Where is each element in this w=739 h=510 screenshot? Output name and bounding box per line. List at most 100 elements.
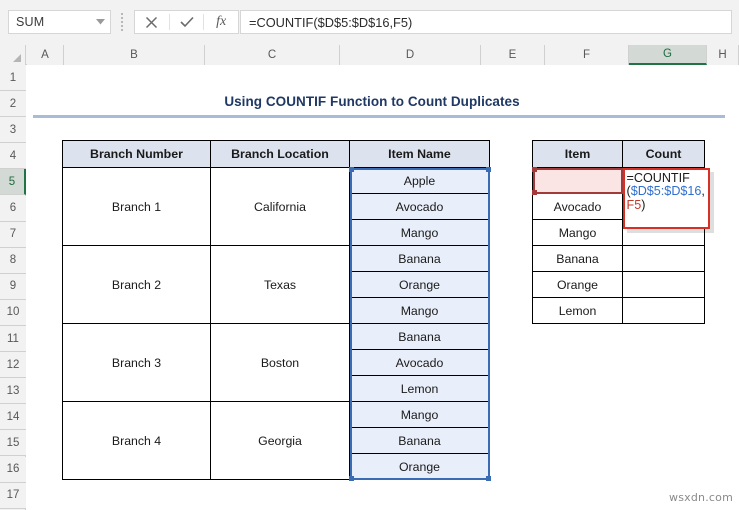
row-header-6[interactable]: 6	[0, 195, 26, 222]
cell-item[interactable]: Apple	[532, 167, 623, 194]
cell-branch-location[interactable]: Texas	[210, 245, 350, 324]
cell-item[interactable]: Orange	[532, 271, 623, 298]
cell-item-name[interactable]: Avocado	[349, 349, 490, 376]
cell-item[interactable]: Lemon	[532, 297, 623, 324]
row-header-label: 9	[9, 280, 17, 293]
worksheet-canvas: Using COUNTIF Function to Count Duplicat…	[27, 65, 739, 510]
cell-branch-number[interactable]: Branch 3	[62, 323, 211, 402]
row-header-13[interactable]: 13	[0, 378, 26, 405]
fx-icon[interactable]: fx	[204, 11, 238, 33]
title-divider	[33, 115, 725, 118]
column-header-h[interactable]: H	[707, 45, 739, 65]
column-header-a[interactable]: A	[27, 45, 64, 65]
formula-input[interactable]: =COUNTIF($D$5:$D$16,F5)	[240, 10, 732, 34]
row-header-label: 7	[9, 228, 17, 241]
select-all-corner[interactable]	[0, 45, 26, 65]
row-header-5[interactable]: 5	[0, 169, 26, 196]
cell-item-name[interactable]: Mango	[349, 401, 490, 428]
formula-token: F5	[626, 197, 642, 212]
cell-item-name[interactable]: Mango	[349, 219, 490, 246]
name-box-value: SUM	[16, 15, 45, 29]
fx-icon-label: fx	[216, 14, 227, 29]
list-item: Banana	[532, 245, 705, 272]
col-header-branch-number: Branch Number	[62, 140, 211, 168]
row-header-label: 16	[6, 463, 20, 476]
cell-item[interactable]: Avocado	[532, 193, 623, 220]
chevron-down-icon[interactable]	[90, 11, 110, 33]
row-header-label: 15	[6, 436, 20, 449]
column-header-label: E	[508, 49, 517, 61]
row-header-9[interactable]: 9	[0, 273, 26, 300]
cell-count[interactable]	[622, 271, 705, 298]
formula-token: )	[641, 197, 646, 212]
cell-branch-location[interactable]: Georgia	[210, 401, 350, 480]
table-row: Branch 4 Georgia Mango	[62, 401, 490, 480]
row-header-3[interactable]: 3	[0, 117, 26, 144]
row-header-8[interactable]: 8	[0, 247, 26, 274]
column-header-label: F	[582, 49, 591, 61]
row-header-2[interactable]: 2	[0, 91, 26, 118]
column-header-e[interactable]: E	[481, 45, 545, 65]
row-header-4[interactable]: 4	[0, 143, 26, 170]
table-row: Branch 1 California Apple	[62, 167, 490, 246]
page-title: Using COUNTIF Function to Count Duplicat…	[224, 94, 520, 109]
cell-count[interactable]	[622, 245, 705, 272]
cell-branch-number[interactable]: Branch 1	[62, 167, 211, 246]
column-header-f[interactable]: F	[545, 45, 629, 65]
row-header-label: 12	[6, 358, 20, 371]
cell-branch-number[interactable]: Branch 4	[62, 401, 211, 480]
cell-item-name[interactable]: Avocado	[349, 193, 490, 220]
close-icon[interactable]	[135, 11, 169, 33]
name-box[interactable]: SUM	[8, 10, 111, 34]
cell-count[interactable]	[622, 297, 705, 324]
cell-item-name[interactable]: Apple	[349, 167, 490, 194]
row-header-17[interactable]: 17	[0, 482, 26, 509]
row-header-12[interactable]: 12	[0, 352, 26, 379]
cell-item-name[interactable]: Orange	[349, 271, 490, 298]
list-item: Orange	[532, 271, 705, 298]
cell-branch-location[interactable]: California	[210, 167, 350, 246]
cell-item[interactable]: Banana	[532, 245, 623, 272]
row-header-10[interactable]: 10	[0, 299, 26, 326]
col-header-item: Item	[532, 140, 623, 168]
watermark: wsxdn.com	[669, 491, 733, 504]
cell-item[interactable]: Mango	[532, 219, 623, 246]
table-row: Branch 2 Texas Banana	[62, 245, 490, 324]
column-header-label: B	[130, 49, 138, 61]
cell-item-name[interactable]: Banana	[349, 245, 490, 272]
column-header-c[interactable]: C	[205, 45, 340, 65]
cell-item-name[interactable]: Orange	[349, 453, 490, 480]
formula-edit-cell[interactable]: =COUNTIF($D$5:$D$16,F5)	[622, 167, 710, 229]
row-header-7[interactable]: 7	[0, 221, 26, 248]
row-header-label: 11	[7, 332, 19, 345]
list-item: Lemon	[532, 297, 705, 324]
col-header-item-name: Item Name	[349, 140, 490, 168]
cell-branch-number[interactable]: Branch 2	[62, 245, 211, 324]
formula-token: $D$5:$D$16	[630, 184, 702, 199]
select-all-triangle-icon	[13, 54, 21, 62]
cell-item-name[interactable]: Banana	[349, 323, 490, 350]
row-header-label: 4	[9, 149, 17, 162]
cell-branch-location[interactable]: Boston	[210, 323, 350, 402]
check-icon[interactable]	[170, 11, 204, 33]
column-header-label: A	[41, 49, 49, 61]
cell-item-name[interactable]: Mango	[349, 297, 490, 324]
formula-bar-grip	[120, 13, 124, 31]
row-headers: 1 2 3 4 5 6 7 8 9 10 11 12 13 14 15 16 17	[0, 65, 26, 510]
column-header-label: H	[718, 49, 727, 61]
row-header-14[interactable]: 14	[0, 404, 26, 431]
row-header-1[interactable]: 1	[0, 65, 26, 92]
column-header-g[interactable]: G	[629, 45, 707, 65]
row-header-label: 17	[6, 489, 20, 502]
column-header-b[interactable]: B	[64, 45, 205, 65]
column-header-d[interactable]: D	[340, 45, 481, 65]
row-header-label: 14	[6, 410, 20, 423]
row-header-11[interactable]: 11	[0, 326, 26, 353]
cell-item-name[interactable]: Lemon	[349, 375, 490, 402]
table-row: Branch 3 Boston Banana	[62, 323, 490, 402]
row-header-16[interactable]: 16	[0, 456, 26, 483]
side-table-header-row: Item Count	[532, 140, 705, 168]
row-header-label: 10	[6, 306, 20, 319]
cell-item-name[interactable]: Banana	[349, 427, 490, 454]
row-header-15[interactable]: 15	[0, 430, 26, 457]
